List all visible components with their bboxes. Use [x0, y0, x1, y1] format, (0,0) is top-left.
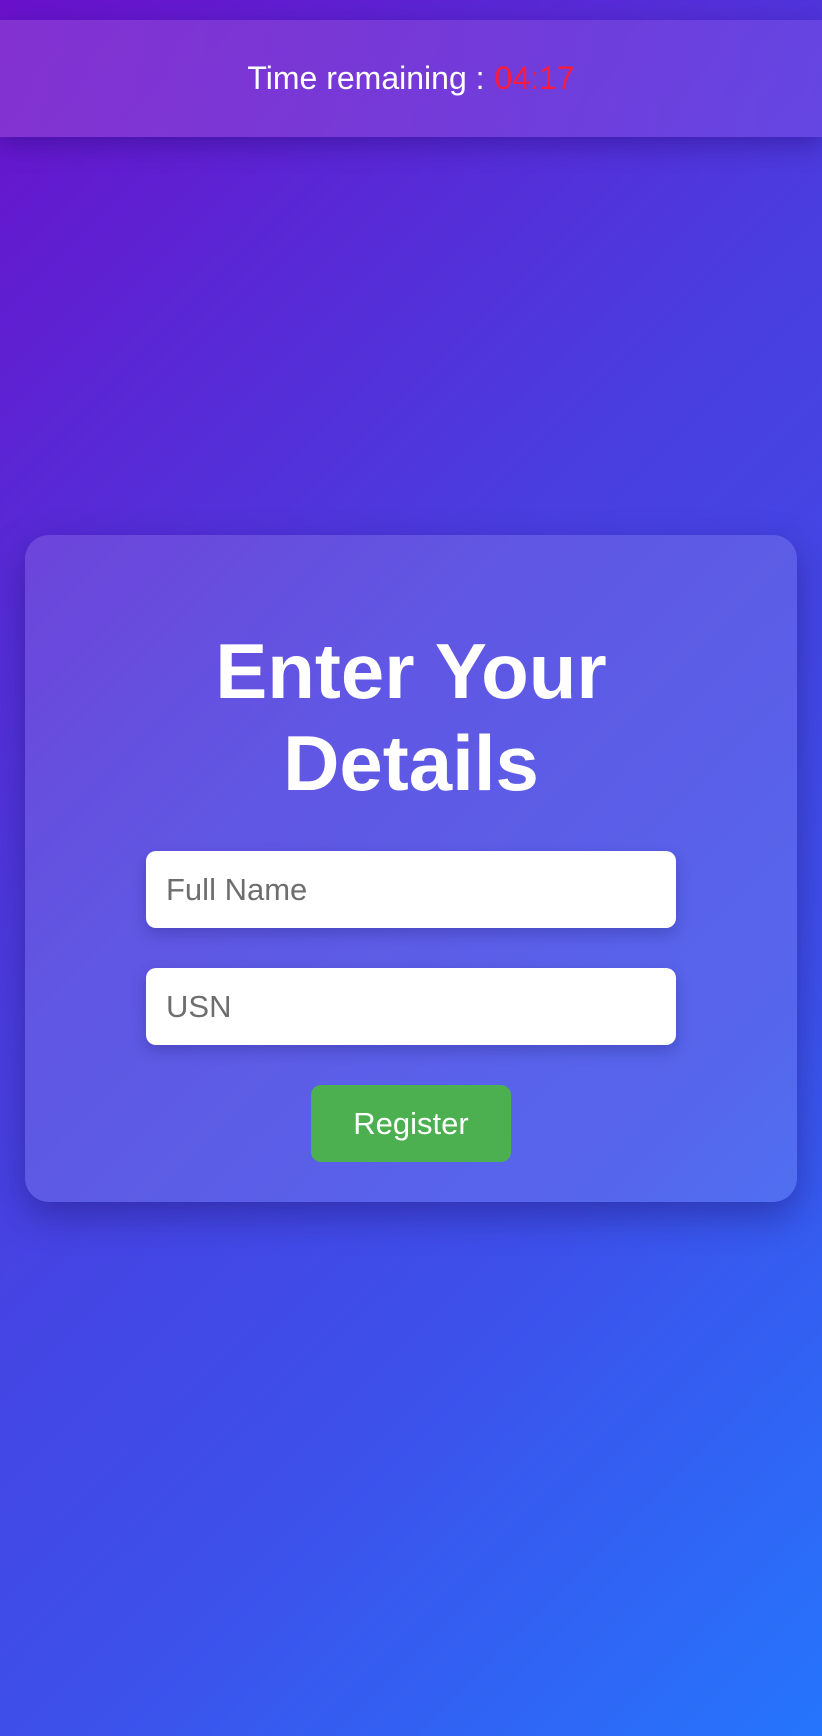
- usn-input[interactable]: [146, 968, 676, 1045]
- registration-card: Enter Your Details Register: [25, 535, 797, 1202]
- timer-bar: Time remaining : 04:17: [0, 20, 822, 137]
- form-title: Enter Your Details: [215, 627, 607, 807]
- timer-label: Time remaining :: [247, 60, 485, 96]
- full-name-input[interactable]: [146, 851, 676, 928]
- timer-value: 04:17: [494, 60, 575, 96]
- register-button[interactable]: Register: [311, 1085, 511, 1162]
